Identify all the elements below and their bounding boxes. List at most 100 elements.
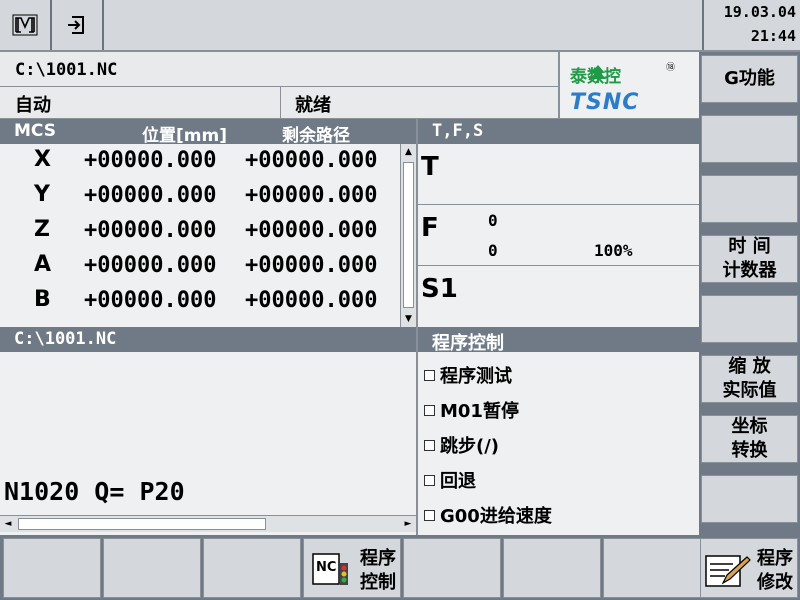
axis-position: +00000.000 [84, 148, 217, 173]
option-label: M01暂停 [440, 401, 519, 422]
softkey-program-edit[interactable]: 程序 修改 [700, 538, 798, 598]
time: 21:44 [750, 27, 796, 45]
tfs-panel: T,F,S T F 0 0 100% S1 [418, 119, 699, 327]
softkey-coord-transform[interactable]: 坐标 转换 [701, 415, 798, 463]
softkey-label: 实际值 [722, 380, 777, 401]
axis-row: Z +00000.000 +00000.000 [0, 214, 400, 249]
vertical-scrollbar[interactable]: ▲ ▼ [400, 144, 416, 327]
scroll-down-icon[interactable]: ▼ [401, 311, 416, 327]
frame-label: MCS [14, 121, 56, 141]
softkey-empty[interactable] [3, 538, 101, 598]
logo-mark: ⑱ [666, 63, 676, 73]
softkey-label: 程序 修改 [757, 547, 793, 595]
M-mode-icon [12, 14, 38, 36]
checkbox[interactable] [424, 404, 435, 416]
exit-button[interactable] [52, 0, 104, 50]
option-label: G00进给速度 [440, 506, 552, 527]
spindle-block: S1 [418, 266, 699, 327]
softkey-empty[interactable] [103, 538, 201, 598]
checkbox[interactable] [424, 474, 435, 486]
divider [280, 87, 281, 119]
axis-remain: +00000.000 [245, 288, 378, 313]
axis-position: +00000.000 [84, 253, 217, 278]
option-skip-block[interactable]: 跳步(/) [424, 432, 499, 458]
scroll-thumb[interactable] [18, 518, 266, 530]
scroll-right-icon[interactable]: ► [400, 516, 416, 532]
checkbox[interactable] [424, 439, 435, 451]
scroll-left-icon[interactable]: ◄ [0, 516, 16, 532]
nc-program-icon: NC [312, 553, 348, 585]
softkey-empty[interactable] [503, 538, 601, 598]
softkey-empty[interactable] [701, 475, 798, 523]
softkey-label: 坐标 [731, 416, 768, 437]
feed-set: 0 [488, 211, 498, 230]
svg-text:NC: NC [316, 560, 336, 575]
axis-name: A [34, 252, 52, 277]
softkey-empty[interactable] [203, 538, 301, 598]
softkey-empty[interactable] [603, 538, 701, 598]
program-path: C:\1001.NC [15, 60, 118, 80]
softkey-time-counter[interactable]: 时 间 计数器 [701, 235, 798, 283]
feed-block: F 0 0 100% [418, 205, 699, 266]
feed-label: F [421, 213, 439, 243]
tool-block: T [418, 144, 699, 205]
clock: 19.03.04 21:44 [702, 0, 800, 50]
softkey-empty[interactable] [701, 295, 798, 343]
operating-mode: 自动 [15, 95, 51, 116]
softkey-label: 计数器 [722, 260, 777, 281]
top-bar: 19.03.04 21:44 [0, 0, 800, 52]
label-line: 程序 [757, 548, 793, 569]
axis-name: B [34, 287, 51, 312]
tree-icon [590, 65, 606, 83]
machine-mode-button[interactable] [0, 0, 52, 50]
axis-position: +00000.000 [84, 218, 217, 243]
softkey-scale-actual[interactable]: 缩 放 实际值 [701, 355, 798, 403]
checkbox[interactable] [424, 509, 435, 521]
program-control-title: 程序控制 [418, 327, 699, 354]
softkey-program-control[interactable]: NC 程序 控制 [303, 538, 401, 598]
exit-arrow-icon [68, 16, 84, 34]
softkey-label: 时 间 [728, 236, 771, 257]
position-column: 位置[mm] [142, 126, 227, 146]
spindle-label: S1 [421, 274, 458, 304]
channel-state: 就绪 [295, 95, 331, 116]
scroll-thumb[interactable] [403, 162, 414, 308]
axis-position: +00000.000 [84, 183, 217, 208]
axis-row: A +00000.000 +00000.000 [0, 249, 400, 284]
softkey-label: 转换 [731, 440, 768, 461]
axis-remain: +00000.000 [245, 218, 378, 243]
scroll-up-icon[interactable]: ▲ [401, 144, 416, 160]
edit-pencil-icon [705, 555, 751, 587]
option-retract[interactable]: 回退 [424, 467, 476, 493]
position-header: MCS 位置[mm] 剩余路径 [0, 119, 416, 146]
softkey-label: 程序 控制 [360, 547, 396, 595]
logo-sub: TSNC [570, 90, 640, 115]
program-control-panel: 程序控制 程序测试 M01暂停 跳步(/) 回退 G00进给速度 [418, 327, 699, 535]
feed-actual: 0 [488, 241, 498, 260]
option-label: 跳步(/) [440, 436, 500, 457]
horizontal-scrollbar[interactable]: ◄ ► [0, 515, 416, 532]
axis-position: +00000.000 [84, 288, 217, 313]
axis-remain: +00000.000 [245, 148, 378, 173]
axis-row: B +00000.000 +00000.000 [0, 284, 400, 319]
softkey-g-functions[interactable]: G功能 [701, 55, 798, 103]
softkey-empty[interactable] [701, 115, 798, 163]
brand-logo: 泰数控 TSNC ⑱ [558, 52, 699, 119]
program-window-title: C:\1001.NC [0, 327, 416, 352]
softkey-empty[interactable] [701, 175, 798, 223]
vertical-softkeys: G功能 时 间 计数器 缩 放 实际值 坐标 转换 [699, 52, 800, 535]
option-g00-feed[interactable]: G00进给速度 [424, 502, 552, 528]
tool-label: T [421, 152, 439, 182]
horizontal-softkeys: NC 程序 控制 程序 修改 [0, 535, 800, 600]
position-panel: MCS 位置[mm] 剩余路径 X +00000.000 +00000.000 … [0, 119, 418, 327]
softkey-label: 缩 放 [728, 356, 771, 377]
axis-row: Y +00000.000 +00000.000 [0, 179, 400, 214]
feed-override: 100% [594, 241, 633, 260]
option-program-test[interactable]: 程序测试 [424, 362, 512, 388]
label-line: 控制 [360, 572, 396, 593]
axis-row: X +00000.000 +00000.000 [0, 144, 400, 179]
option-m01-stop[interactable]: M01暂停 [424, 397, 519, 423]
softkey-empty[interactable] [403, 538, 501, 598]
checkbox[interactable] [424, 369, 435, 381]
axis-name: Y [34, 182, 50, 207]
